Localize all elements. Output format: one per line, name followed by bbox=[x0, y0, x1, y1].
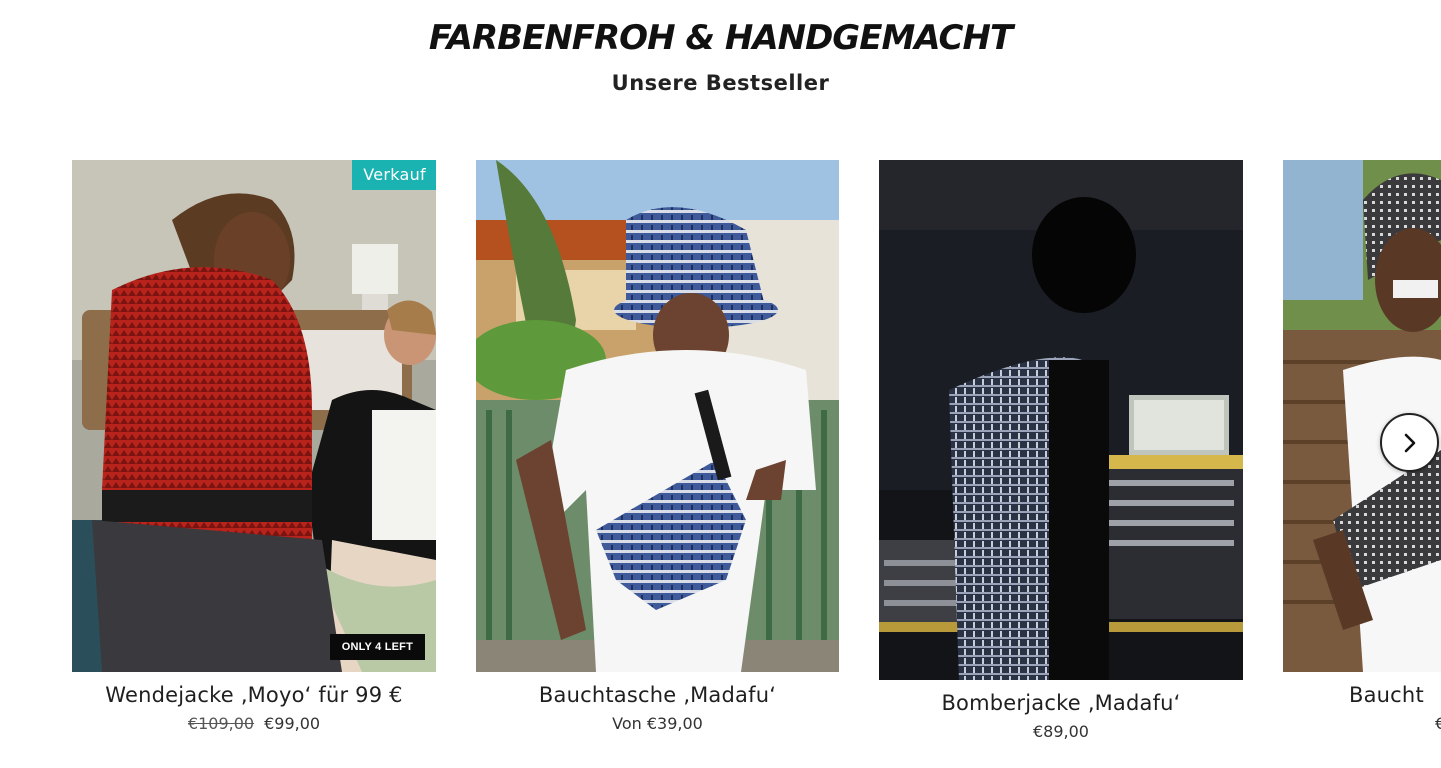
product-card[interactable]: Bauchtasche ‚Madafu‘ Von €39,00 bbox=[476, 160, 839, 750]
product-title[interactable]: Baucht bbox=[1349, 683, 1441, 707]
product-card[interactable]: Bomberjacke ‚Madafu‘ €89,00 bbox=[879, 160, 1243, 758]
section-subtitle: Unsere Bestseller bbox=[611, 71, 830, 95]
product-title[interactable]: Wendejacke ‚Moyo‘ für 99 € bbox=[72, 683, 436, 707]
product-image[interactable] bbox=[879, 160, 1243, 680]
product-card[interactable]: Verkauf ONLY 4 LEFT Wendejacke ‚Moyo‘ fü… bbox=[72, 160, 436, 750]
section-title: FARBENFROH & HANDGEMACHT bbox=[428, 18, 1013, 58]
stock-badge: ONLY 4 LEFT bbox=[329, 634, 425, 660]
sale-badge: Verkauf bbox=[352, 160, 436, 190]
product-price: Von €39,00 bbox=[612, 714, 703, 733]
price-sale: €99,00 bbox=[264, 714, 321, 733]
product-title[interactable]: Bomberjacke ‚Madafu‘ bbox=[879, 691, 1243, 715]
product-image[interactable]: Verkauf ONLY 4 LEFT bbox=[72, 160, 436, 672]
price-original: €109,00 bbox=[187, 714, 255, 733]
product-image[interactable] bbox=[476, 160, 839, 672]
product-title[interactable]: Bauchtasche ‚Madafu‘ bbox=[476, 683, 839, 707]
carousel-next-button[interactable] bbox=[1380, 413, 1439, 472]
product-price: € bbox=[1435, 714, 1441, 733]
product-price: €89,00 bbox=[1033, 722, 1089, 741]
chevron-right-icon bbox=[1404, 433, 1415, 452]
product-price: €109,00 €99,00 bbox=[72, 714, 436, 733]
